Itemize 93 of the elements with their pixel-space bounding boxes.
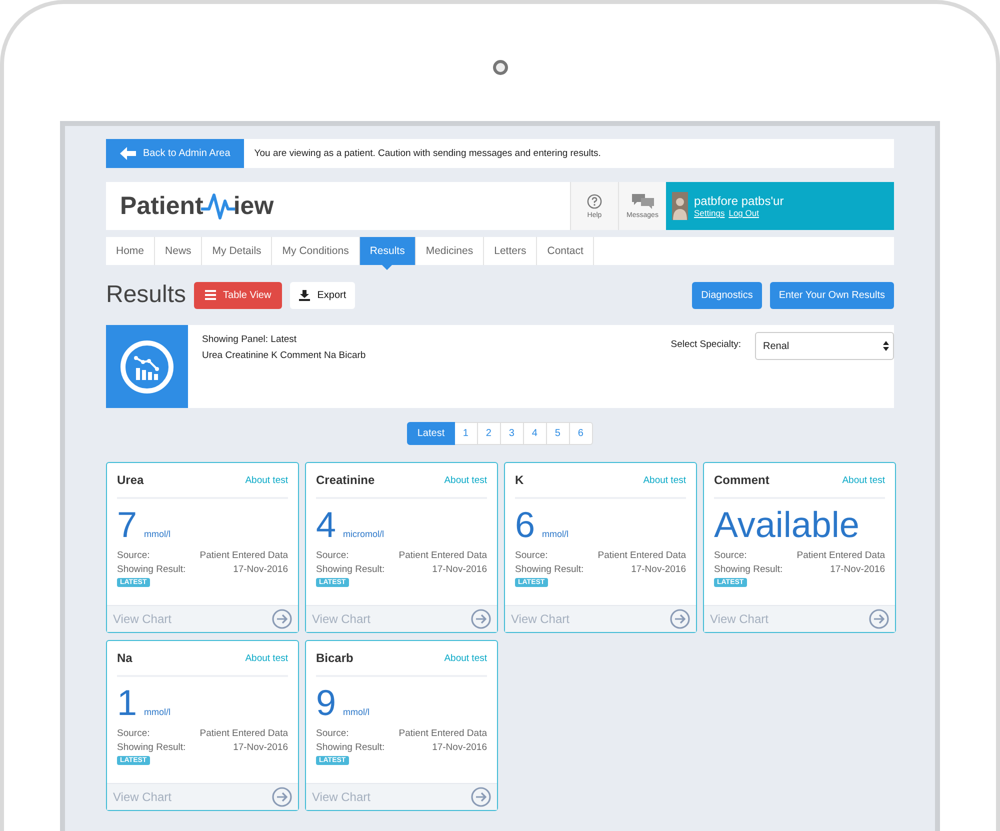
date-label: Showing Result: bbox=[515, 563, 584, 577]
result-value: 9 bbox=[316, 685, 336, 721]
result-value: 4 bbox=[316, 507, 336, 543]
date-label: Showing Result: bbox=[316, 741, 385, 755]
help-icon bbox=[587, 194, 602, 208]
result-value: Available bbox=[714, 507, 860, 543]
result-unit: micromol/l bbox=[343, 529, 384, 539]
about-test-link[interactable]: About test bbox=[643, 474, 686, 486]
test-name: K bbox=[515, 473, 524, 487]
source-label: Source: bbox=[316, 727, 349, 741]
test-name: Na bbox=[117, 651, 132, 665]
chart-icon bbox=[119, 338, 175, 394]
date-value: 17-Nov-2016 bbox=[233, 563, 288, 577]
view-chart-link[interactable]: View Chart bbox=[113, 790, 172, 804]
page-link[interactable]: 1 bbox=[454, 422, 478, 445]
list-icon bbox=[205, 290, 216, 300]
result-value: 1 bbox=[117, 685, 138, 721]
arrow-circle-icon[interactable] bbox=[471, 609, 491, 629]
test-name: Comment bbox=[714, 473, 770, 487]
download-icon bbox=[299, 290, 310, 300]
logo-text: Patient bbox=[120, 192, 204, 220]
view-chart-link[interactable]: View Chart bbox=[511, 612, 570, 626]
action-button[interactable]: Enter Your Own Results bbox=[770, 282, 894, 308]
date-value: 17-Nov-2016 bbox=[830, 563, 885, 577]
export-button[interactable]: Export bbox=[290, 282, 356, 308]
page-title: Results bbox=[106, 281, 186, 309]
source-label: Source: bbox=[117, 727, 150, 741]
notice-text: You are viewing as a patient. Caution with sending messages and entering results. bbox=[254, 148, 601, 159]
source-label: Source: bbox=[316, 549, 349, 563]
panel-heading: Showing Panel: Latest bbox=[202, 334, 298, 345]
about-test-link[interactable]: About test bbox=[842, 474, 885, 486]
page-link[interactable]: Latest bbox=[407, 422, 455, 445]
specialty-label: Select Specialty: bbox=[670, 339, 741, 352]
user-link[interactable]: Settings bbox=[694, 208, 725, 218]
user-name: patbfore patbs'ur bbox=[694, 194, 784, 208]
arrow-left-icon bbox=[120, 147, 136, 160]
view-chart-link[interactable]: View Chart bbox=[710, 612, 768, 626]
chat-bubbles-icon bbox=[630, 193, 654, 209]
arrow-circle-icon[interactable] bbox=[272, 609, 292, 629]
specialty-select[interactable]: Renal bbox=[755, 332, 894, 360]
view-chart-link[interactable]: View Chart bbox=[312, 790, 370, 804]
about-test-link[interactable]: About test bbox=[245, 652, 288, 664]
about-test-link[interactable]: About test bbox=[444, 474, 487, 486]
back-button[interactable]: Back to Admin Area bbox=[106, 139, 244, 168]
source-label: Source: bbox=[714, 549, 747, 563]
page-link[interactable]: 5 bbox=[546, 422, 570, 445]
test-name: Bicarb bbox=[316, 651, 354, 665]
result-unit: mmol/l bbox=[343, 707, 370, 717]
source-label: Source: bbox=[117, 549, 150, 563]
user-link[interactable]: Log Out bbox=[728, 208, 759, 218]
page-link[interactable]: 3 bbox=[500, 422, 524, 445]
result-unit: mmol/l bbox=[542, 529, 569, 539]
test-name: Creatinine bbox=[316, 473, 375, 487]
select-caret-icon bbox=[883, 341, 889, 351]
action-button[interactable]: Diagnostics bbox=[692, 282, 762, 308]
tab-pointer-icon bbox=[382, 265, 392, 270]
about-test-link[interactable]: About test bbox=[444, 652, 487, 664]
source-value: Patient Entered Data bbox=[598, 549, 686, 563]
page-link[interactable]: 4 bbox=[524, 422, 547, 445]
test-name: Urea bbox=[117, 473, 144, 487]
date-value: 17-Nov-2016 bbox=[432, 741, 487, 755]
date-value: 17-Nov-2016 bbox=[432, 563, 487, 577]
date-value: 17-Nov-2016 bbox=[631, 563, 686, 577]
result-value: 7 bbox=[117, 507, 138, 543]
about-test-link[interactable]: About test bbox=[245, 474, 288, 486]
result-value: 6 bbox=[515, 507, 536, 543]
result-unit: mmol/l bbox=[144, 529, 171, 539]
result-unit: mmol/l bbox=[144, 707, 171, 717]
view-chart-link[interactable]: View Chart bbox=[312, 612, 370, 626]
arrow-circle-icon[interactable] bbox=[272, 787, 292, 807]
source-value: Patient Entered Data bbox=[796, 549, 885, 563]
table-view-button[interactable]: Table View bbox=[194, 282, 282, 308]
source-label: Source: bbox=[515, 549, 548, 563]
date-label: Showing Result: bbox=[117, 563, 186, 577]
avatar-icon bbox=[672, 192, 688, 220]
source-value: Patient Entered Data bbox=[200, 727, 288, 741]
view-chart-link[interactable]: View Chart bbox=[113, 612, 172, 626]
arrow-circle-icon[interactable] bbox=[869, 609, 889, 629]
date-label: Showing Result: bbox=[117, 741, 186, 755]
page-link[interactable]: 6 bbox=[570, 422, 593, 445]
date-label: Showing Result: bbox=[316, 563, 385, 577]
arrow-circle-icon[interactable] bbox=[670, 609, 690, 629]
date-value: 17-Nov-2016 bbox=[233, 741, 288, 755]
heartbeat-icon bbox=[201, 191, 236, 221]
panel-tests: Urea Creatinine K Comment Na Bicarb bbox=[202, 350, 367, 361]
camera-icon bbox=[492, 60, 508, 75]
source-value: Patient Entered Data bbox=[398, 549, 487, 563]
source-value: Patient Entered Data bbox=[398, 727, 487, 741]
page-link[interactable]: 2 bbox=[478, 422, 501, 445]
date-label: Showing Result: bbox=[714, 563, 783, 577]
logo-text: iew bbox=[233, 192, 274, 220]
arrow-circle-icon[interactable] bbox=[471, 787, 491, 807]
source-value: Patient Entered Data bbox=[200, 549, 288, 563]
